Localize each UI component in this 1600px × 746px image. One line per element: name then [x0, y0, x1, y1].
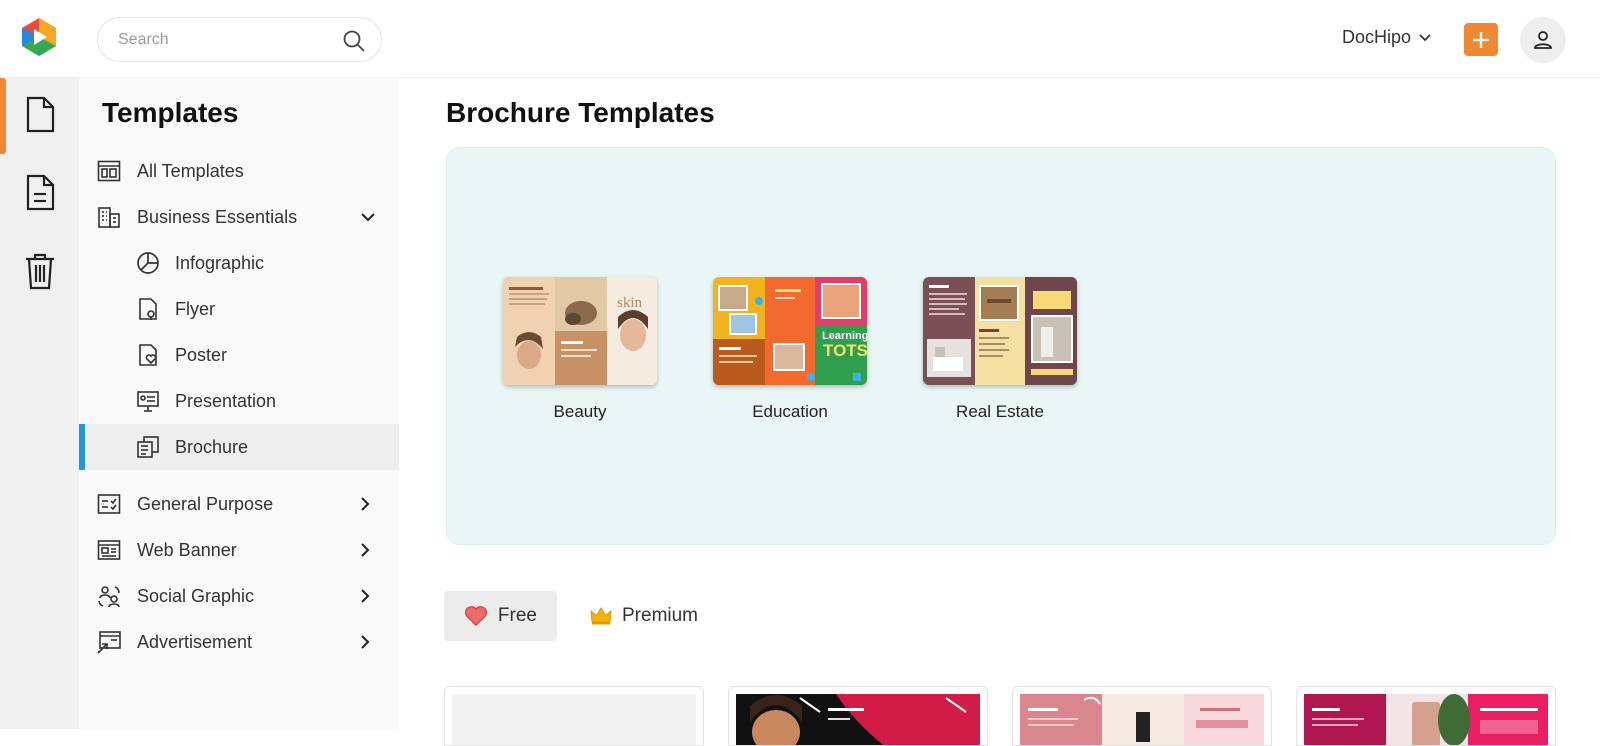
template-card[interactable] — [1012, 686, 1272, 746]
sidebar-item-label: Brochure — [175, 437, 249, 457]
social-icon — [98, 586, 120, 608]
sidebar-item-presentation[interactable]: Presentation — [79, 378, 399, 424]
account-label: DocHipo — [1342, 27, 1412, 47]
create-button[interactable] — [1464, 23, 1498, 56]
sidebar-item-infographic[interactable]: Infographic — [79, 240, 399, 286]
search-icon[interactable] — [342, 29, 366, 53]
category-label: Education — [752, 402, 828, 421]
template-card[interactable] — [444, 686, 704, 746]
rail-trash[interactable] — [0, 234, 79, 310]
flyer-icon — [139, 298, 157, 320]
tab-premium-label: Premium — [622, 605, 699, 626]
tab-free[interactable]: Free — [444, 591, 557, 641]
sidebar-item-web-banner[interactable]: Web Banner — [79, 527, 399, 573]
sidebar-item-advertisement[interactable]: Advertisement — [79, 619, 399, 665]
tab-premium[interactable]: Premium — [570, 591, 718, 641]
grid-icon — [97, 160, 121, 182]
templates-sidebar: Templates All Templates Business Essenti… — [79, 78, 399, 729]
real-estate-thumbnail — [923, 277, 1077, 385]
chevron-down-icon — [1419, 33, 1431, 41]
sidebar-item-flyer[interactable]: Flyer — [79, 286, 399, 332]
web-banner-icon — [97, 540, 121, 560]
heart-icon — [464, 606, 487, 627]
template-thumbnail — [736, 694, 980, 745]
sidebar-title: Templates — [102, 97, 239, 128]
svg-text:skin: skin — [617, 295, 643, 311]
sidebar-item-label: Infographic — [175, 253, 265, 273]
advertisement-icon — [97, 631, 121, 654]
sidebar-item-business-essentials[interactable]: Business Essentials — [79, 194, 399, 240]
search-box — [97, 17, 382, 62]
category-card-real-estate[interactable]: Real Estate — [923, 277, 1077, 422]
presentation-icon — [137, 391, 159, 412]
rail-documents[interactable] — [0, 156, 79, 232]
sidebar-item-label: Flyer — [175, 299, 215, 319]
tab-free-label: Free — [497, 605, 537, 626]
category-label: Real Estate — [956, 402, 1044, 421]
sidebar-item-label: Presentation — [175, 391, 277, 411]
svg-text:TOTS: TOTS — [823, 341, 867, 360]
poster-icon — [139, 344, 157, 366]
sidebar-item-label: General Purpose — [137, 494, 274, 514]
sidebar-item-label: All Templates — [137, 161, 244, 181]
profile-button[interactable] — [1520, 17, 1566, 63]
sidebar-item-poster[interactable]: Poster — [79, 332, 399, 378]
account-dropdown[interactable]: DocHipo — [1342, 27, 1431, 48]
trash-icon — [26, 253, 54, 290]
pie-chart-icon — [137, 252, 159, 274]
rail-templates[interactable] — [0, 78, 79, 154]
dochipo-logo[interactable] — [18, 16, 60, 58]
chevron-right-icon — [361, 635, 370, 649]
top-bar: DocHipo — [0, 0, 1600, 78]
chevron-down-icon — [361, 213, 375, 222]
template-thumbnail — [1304, 694, 1548, 745]
sidebar-item-social-graphic[interactable]: Social Graphic — [79, 573, 399, 619]
sidebar-item-label: Poster — [175, 345, 228, 365]
chevron-right-icon — [361, 589, 370, 603]
beauty-thumbnail: skin — [503, 277, 657, 385]
plus-icon — [1473, 31, 1489, 48]
chevron-right-icon — [361, 497, 370, 511]
sidebar-item-label: Business Essentials — [137, 207, 298, 227]
user-icon — [1534, 31, 1552, 49]
category-label: Beauty — [553, 402, 607, 421]
icon-rail — [0, 78, 79, 729]
building-icon — [98, 207, 120, 228]
education-thumbnail: Learning TOTS — [713, 277, 867, 385]
sidebar-item-general-purpose[interactable]: General Purpose — [79, 481, 399, 527]
page-title: Brochure Templates — [446, 97, 715, 128]
sidebar-item-all-templates[interactable]: All Templates — [79, 148, 399, 194]
crown-icon — [590, 607, 612, 625]
category-card-education[interactable]: Learning TOTS Education — [713, 277, 867, 422]
sidebar-item-label: Advertisement — [137, 632, 253, 652]
template-thumbnail — [1020, 694, 1264, 745]
chevron-right-icon — [361, 543, 370, 557]
checklist-icon — [97, 494, 121, 514]
sidebar-item-label: Web Banner — [137, 540, 237, 560]
template-card[interactable] — [1296, 686, 1556, 746]
search-input[interactable] — [118, 29, 338, 51]
sidebar-item-brochure[interactable]: Brochure — [79, 424, 399, 470]
template-thumbnail — [452, 694, 696, 745]
documents-icon — [26, 174, 55, 211]
category-panel: skin Beauty Learning TOTS Education Real… — [446, 147, 1556, 545]
category-card-beauty[interactable]: skin Beauty — [503, 277, 657, 422]
template-card[interactable] — [728, 686, 988, 746]
sidebar-item-label: Social Graphic — [137, 586, 255, 606]
brochure-icon — [137, 436, 159, 458]
templates-icon — [26, 96, 55, 133]
